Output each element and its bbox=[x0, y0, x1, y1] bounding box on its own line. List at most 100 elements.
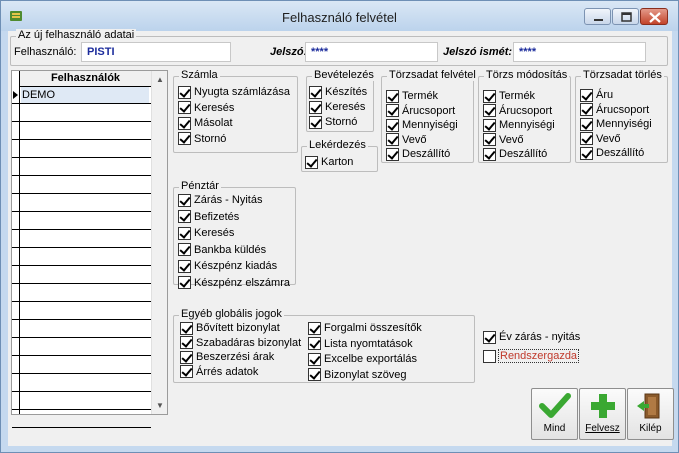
checkbox-box[interactable] bbox=[180, 321, 193, 335]
close-button[interactable] bbox=[640, 8, 668, 25]
users-grid-row[interactable] bbox=[12, 285, 151, 302]
szamla-storno-checkbox[interactable]: Stornó bbox=[178, 132, 226, 146]
torles-aru-checkbox[interactable]: Áru bbox=[580, 88, 613, 102]
torles-arucsoport-checkbox[interactable]: Árucsoport bbox=[580, 103, 649, 117]
vertical-scrollbar[interactable]: ▲ ▼ bbox=[151, 71, 167, 414]
users-grid-row[interactable] bbox=[12, 321, 151, 338]
checkbox-box[interactable] bbox=[580, 88, 593, 102]
checkbox-box[interactable] bbox=[178, 193, 191, 207]
checkbox-box[interactable] bbox=[178, 101, 191, 114]
checkbox-box[interactable] bbox=[483, 89, 496, 103]
users-grid-row[interactable] bbox=[12, 213, 151, 230]
all-button[interactable]: Mind bbox=[531, 388, 578, 440]
users-grid-row[interactable] bbox=[12, 339, 151, 356]
checkbox-box[interactable] bbox=[483, 147, 496, 161]
user-input[interactable]: PISTI bbox=[81, 42, 231, 62]
users-grid-row[interactable] bbox=[12, 141, 151, 158]
checkbox-box[interactable] bbox=[308, 337, 321, 350]
global-forgalmi-osszesitok-checkbox[interactable]: Forgalmi összesítők bbox=[308, 321, 422, 335]
password-repeat-input[interactable]: **** bbox=[513, 42, 646, 62]
checkbox-box[interactable] bbox=[180, 365, 193, 378]
felvetel-termek-checkbox[interactable]: Termék bbox=[386, 89, 438, 103]
users-grid-row[interactable] bbox=[12, 375, 151, 392]
scroll-up-icon[interactable]: ▲ bbox=[152, 71, 168, 87]
bevetelezes-storno-checkbox[interactable]: Stornó bbox=[309, 115, 357, 129]
maximize-button[interactable] bbox=[612, 8, 639, 25]
modositas-deszallito-checkbox[interactable]: Deszállító bbox=[483, 147, 547, 161]
global-bizonylat-szoveg-checkbox[interactable]: Bizonylat szöveg bbox=[308, 368, 407, 382]
torles-mennyisegi-checkbox[interactable]: Mennyiségi bbox=[580, 117, 652, 131]
bevetelezes-kereses-checkbox[interactable]: Keresés bbox=[309, 100, 365, 114]
modositas-vevo-checkbox[interactable]: Vevő bbox=[483, 133, 523, 147]
szamla-nyugta-szamlazasa-checkbox[interactable]: Nyugta számlázása bbox=[178, 85, 290, 99]
global-szabadaras-bizonylat-checkbox[interactable]: Szabadáras bizonylat bbox=[180, 336, 301, 350]
modositas-mennyisegi-checkbox[interactable]: Mennyiségi bbox=[483, 118, 555, 132]
add-button[interactable]: Felvesz bbox=[579, 388, 626, 440]
checkbox-box[interactable] bbox=[178, 132, 191, 145]
users-grid-row[interactable] bbox=[12, 177, 151, 194]
checkbox-box[interactable] bbox=[580, 117, 593, 131]
users-grid[interactable]: Felhasználók DEMO ▲ ▼ bbox=[11, 70, 168, 428]
torles-vevo-checkbox[interactable]: Vevő bbox=[580, 132, 620, 146]
penztar-zaras-nyitas-checkbox[interactable]: Zárás - Nyitás bbox=[178, 193, 262, 207]
checkbox-box[interactable] bbox=[386, 118, 399, 132]
checkbox-box[interactable] bbox=[309, 100, 322, 114]
users-grid-row[interactable] bbox=[12, 267, 151, 284]
users-grid-header[interactable]: Felhasználók bbox=[20, 71, 151, 87]
checkbox-box[interactable] bbox=[180, 350, 193, 364]
felvetel-deszallito-checkbox[interactable]: Deszállító bbox=[386, 147, 450, 161]
password-input[interactable]: **** bbox=[305, 42, 438, 62]
users-grid-row[interactable] bbox=[12, 195, 151, 212]
checkbox-box[interactable] bbox=[483, 104, 496, 117]
checkbox-box[interactable] bbox=[580, 132, 593, 145]
szamla-kereses-checkbox[interactable]: Keresés bbox=[178, 101, 234, 115]
scroll-down-icon[interactable]: ▼ bbox=[152, 397, 168, 413]
checkbox-box[interactable] bbox=[180, 336, 193, 349]
modositas-arucsoport-checkbox[interactable]: Árucsoport bbox=[483, 104, 552, 118]
checkbox-box[interactable] bbox=[308, 352, 321, 366]
exit-button[interactable]: Kilép bbox=[627, 388, 674, 440]
penztar-kereses-checkbox[interactable]: Keresés bbox=[178, 226, 234, 240]
bevetelezes-keszites-checkbox[interactable]: Készítés bbox=[309, 85, 367, 99]
users-grid-row[interactable] bbox=[12, 411, 151, 428]
checkbox-box[interactable] bbox=[305, 155, 318, 169]
checkbox-box[interactable] bbox=[178, 210, 191, 223]
global-arres-adatok-checkbox[interactable]: Árrés adatok bbox=[180, 365, 258, 379]
penztar-keszpenz-elszamra-checkbox[interactable]: Készpénz elszámra bbox=[178, 276, 290, 290]
checkbox-box[interactable] bbox=[386, 89, 399, 103]
checkbox-box[interactable] bbox=[309, 85, 322, 99]
minimize-button[interactable] bbox=[584, 8, 611, 25]
felvetel-vevo-checkbox[interactable]: Vevő bbox=[386, 133, 426, 147]
users-grid-row[interactable] bbox=[12, 123, 151, 140]
checkbox-box[interactable] bbox=[483, 133, 496, 146]
checkbox-box[interactable] bbox=[178, 116, 191, 130]
lekerdezes-karton-checkbox[interactable]: Karton bbox=[305, 155, 353, 169]
users-grid-row[interactable] bbox=[12, 303, 151, 320]
felvetel-arucsoport-checkbox[interactable]: Árucsoport bbox=[386, 104, 455, 118]
checkbox-box[interactable] bbox=[178, 259, 191, 273]
checkbox-box[interactable] bbox=[178, 276, 191, 289]
checkbox-box[interactable] bbox=[386, 133, 399, 146]
global-lista-nyomtatasok-checkbox[interactable]: Lista nyomtatások bbox=[308, 337, 413, 351]
checkbox-box[interactable] bbox=[178, 243, 191, 256]
checkbox-box[interactable] bbox=[178, 226, 191, 240]
global-excelbe-exportalas-checkbox[interactable]: Excelbe exportálás bbox=[308, 352, 417, 366]
checkbox-box[interactable] bbox=[308, 321, 321, 335]
global-beszerzesi-arak-checkbox[interactable]: Beszerzési árak bbox=[180, 350, 274, 364]
checkbox-box[interactable] bbox=[580, 146, 593, 160]
checkbox-box[interactable] bbox=[483, 330, 496, 344]
year-close-open-checkbox[interactable]: Év zárás - nyitás bbox=[483, 330, 580, 344]
checkbox-box[interactable] bbox=[386, 104, 399, 117]
checkbox-box[interactable] bbox=[308, 368, 321, 381]
torles-deszallito-checkbox[interactable]: Deszállító bbox=[580, 146, 644, 160]
checkbox-box[interactable] bbox=[309, 115, 322, 129]
checkbox-box[interactable] bbox=[386, 147, 399, 161]
global-bovitett-bizonylat-checkbox[interactable]: Bővített bizonylat bbox=[180, 321, 280, 335]
penztar-keszpenz-kiadas-checkbox[interactable]: Készpénz kiadás bbox=[178, 259, 277, 273]
felvetel-mennyisegi-checkbox[interactable]: Mennyiségi bbox=[386, 118, 458, 132]
penztar-bankba-kuldes-checkbox[interactable]: Bankba küldés bbox=[178, 243, 266, 257]
users-grid-row[interactable] bbox=[12, 159, 151, 176]
admin-checkbox[interactable]: Rendszergazda bbox=[483, 349, 580, 363]
users-grid-row[interactable] bbox=[12, 105, 151, 122]
users-grid-row[interactable] bbox=[12, 393, 151, 410]
